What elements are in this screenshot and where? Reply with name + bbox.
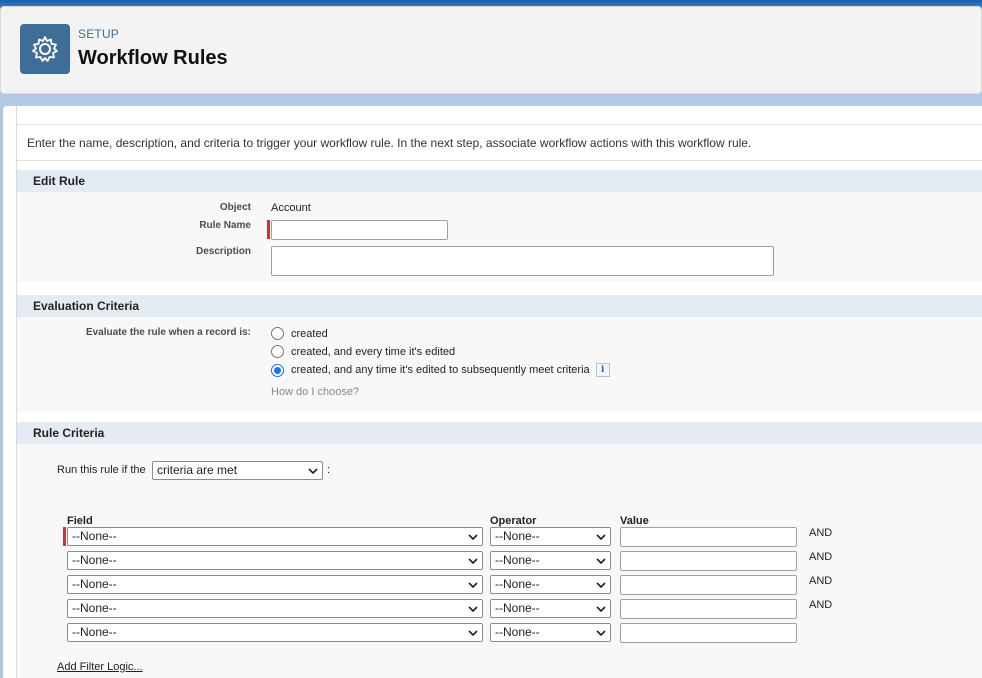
chevron-down-icon: [468, 576, 478, 593]
chevron-down-icon: [596, 600, 606, 617]
divider: [17, 160, 982, 161]
criteria-operator-select[interactable]: --None--: [490, 527, 611, 546]
gear-icon: [20, 24, 70, 74]
criteria-field-select[interactable]: --None--: [67, 551, 483, 570]
select-value: --None--: [495, 529, 540, 543]
required-indicator: [267, 220, 270, 239]
conjunction-label: AND: [809, 551, 833, 563]
select-value: --None--: [72, 601, 117, 615]
criteria-mode-select[interactable]: criteria are met: [152, 461, 323, 480]
divider: [17, 124, 982, 125]
chevron-down-icon: [468, 600, 478, 617]
object-label: Object: [219, 202, 251, 213]
required-indicator: [63, 527, 66, 546]
criteria-value-input[interactable]: [620, 599, 797, 619]
radio-button[interactable]: [271, 327, 284, 340]
criteria-value-input[interactable]: [620, 551, 797, 571]
radio-button-selected[interactable]: [271, 363, 284, 377]
rule-name-label: Rule Name: [199, 220, 251, 231]
chevron-down-icon: [596, 576, 606, 593]
select-value: --None--: [72, 553, 117, 567]
criteria-field-select[interactable]: --None--: [67, 527, 483, 546]
criteria-operator-select[interactable]: --None--: [490, 623, 611, 642]
field-column-header: Field: [67, 515, 93, 527]
object-value: Account: [271, 202, 311, 214]
radio-label: created, and every time it's edited: [291, 345, 456, 358]
add-filter-logic-link[interactable]: Add Filter Logic...: [57, 661, 143, 673]
criteria-field-select[interactable]: --None--: [67, 623, 483, 642]
radio-label: created, and any time it's edited to sub…: [291, 364, 590, 376]
criteria-value-input[interactable]: [620, 527, 797, 547]
radio-option-created[interactable]: created: [271, 327, 328, 340]
chevron-down-icon: [596, 552, 606, 569]
section-heading: Rule Criteria: [17, 422, 982, 444]
select-value: --None--: [495, 625, 540, 639]
main-panel: Enter the name, description, and criteri…: [3, 106, 982, 678]
select-value: --None--: [495, 553, 540, 567]
info-icon[interactable]: i: [595, 363, 610, 377]
section-heading: Evaluation Criteria: [17, 295, 982, 317]
how-do-i-choose-link[interactable]: How do I choose?: [271, 386, 359, 398]
operator-column-header: Operator: [490, 515, 537, 527]
chevron-down-icon: [596, 624, 606, 641]
conjunction-label: AND: [809, 527, 833, 539]
select-value: --None--: [72, 529, 117, 543]
chevron-down-icon: [468, 552, 478, 569]
edit-rule-section: Edit Rule Object Account Rule Name Descr…: [17, 170, 982, 282]
rule-name-input[interactable]: [271, 220, 448, 240]
criteria-operator-select[interactable]: --None--: [490, 551, 611, 570]
intro-text: Enter the name, description, and criteri…: [27, 136, 752, 150]
evaluation-criteria-section: Evaluation Criteria Evaluate the rule wh…: [17, 295, 982, 412]
rule-criteria-section: Rule Criteria Run this rule if the crite…: [17, 422, 982, 678]
criteria-operator-select[interactable]: --None--: [490, 599, 611, 618]
chevron-down-icon: [468, 624, 478, 641]
criteria-value-input[interactable]: [620, 575, 797, 595]
description-label: Description: [195, 246, 251, 257]
run-rule-suffix: :: [327, 464, 331, 476]
criteria-field-select[interactable]: --None--: [67, 575, 483, 594]
select-value: criteria are met: [157, 463, 238, 477]
criteria-operator-select[interactable]: --None--: [490, 575, 611, 594]
breadcrumb[interactable]: SETUP: [78, 27, 119, 41]
radio-label: created: [291, 327, 328, 340]
section-heading: Edit Rule: [17, 170, 982, 192]
chevron-down-icon: [468, 528, 478, 545]
criteria-value-input[interactable]: [620, 623, 797, 643]
select-value: --None--: [495, 577, 540, 591]
criteria-field-select[interactable]: --None--: [67, 599, 483, 618]
chevron-down-icon: [596, 528, 606, 545]
run-rule-prefix: Run this rule if the: [57, 464, 146, 476]
select-value: --None--: [495, 601, 540, 615]
page-header: SETUP Workflow Rules: [0, 6, 982, 94]
page-title: Workflow Rules: [78, 47, 228, 69]
radio-button[interactable]: [271, 345, 284, 358]
description-textarea[interactable]: [271, 246, 774, 276]
chevron-down-icon: [308, 462, 318, 479]
select-value: --None--: [72, 625, 117, 639]
value-column-header: Value: [620, 515, 649, 527]
conjunction-label: AND: [809, 575, 833, 587]
evaluate-label: Evaluate the rule when a record is:: [85, 327, 251, 338]
radio-option-created-edited[interactable]: created, and every time it's edited: [271, 345, 455, 358]
radio-option-meet-criteria[interactable]: created, and any time it's edited to sub…: [271, 363, 610, 377]
select-value: --None--: [72, 577, 117, 591]
content-area: Enter the name, description, and criteri…: [16, 106, 982, 678]
conjunction-label: AND: [809, 599, 833, 611]
